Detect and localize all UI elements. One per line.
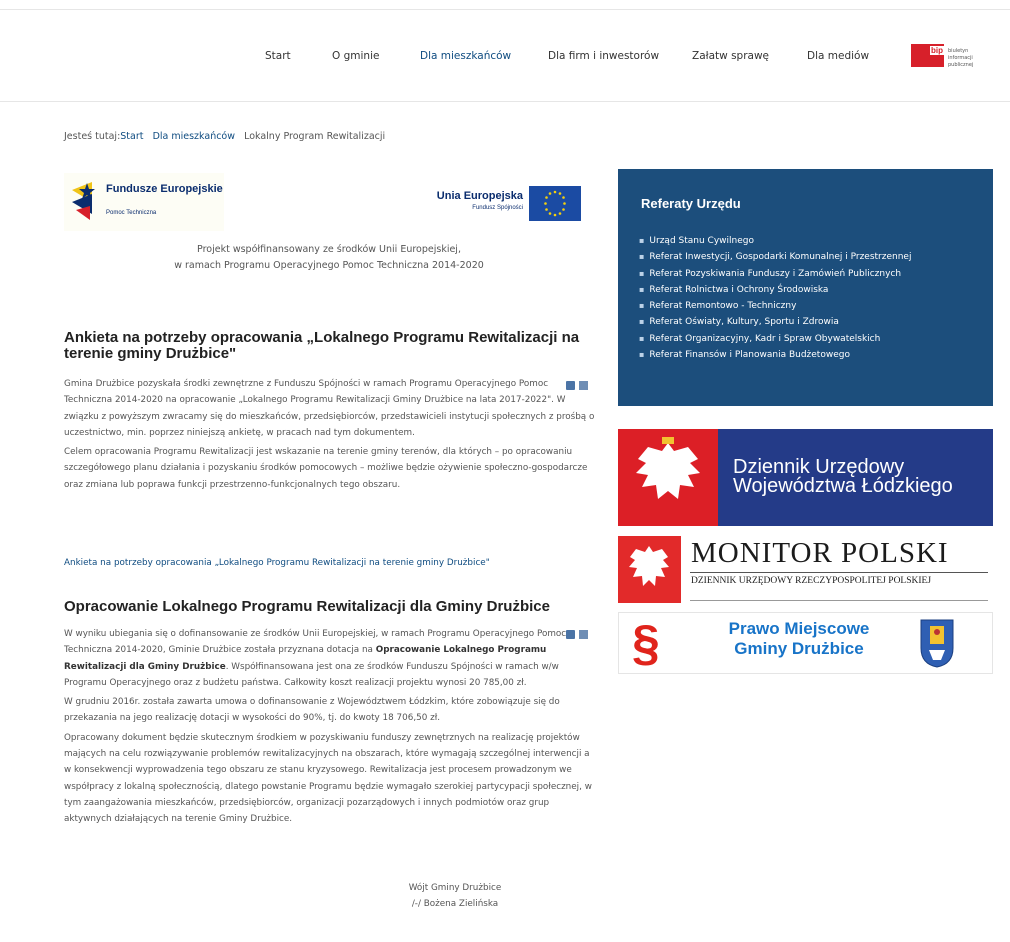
signature-role: Wójt Gminy Drużbice	[408, 883, 502, 893]
nav-divider	[0, 101, 1010, 102]
referat-item[interactable]: ▪ Urząd Stanu Cywilnego	[639, 233, 989, 249]
nav-dla-firm[interactable]: Dla firm i inwestorów	[548, 50, 659, 62]
bullet-icon: ▪	[639, 317, 645, 327]
referat-label: Referat Remontowo - Techniczny	[649, 301, 797, 312]
referat-label: Referat Organizacyjny, Kadr i Spraw Obyw…	[649, 333, 881, 344]
cofinance-line-1: Projekt współfinansowany ze środków Unii…	[197, 244, 461, 255]
nav-start[interactable]: Start	[265, 50, 291, 62]
referat-label: Referat Finansów i Planowania Budżetoweg…	[649, 350, 850, 361]
referat-item[interactable]: ▪ Referat Finansów i Planowania Budżetowe…	[639, 347, 989, 363]
article-2-paragraph-1: W wyniku ubiegania się o dofinansowanie …	[64, 626, 599, 691]
referat-item[interactable]: ▪ Referat Organizacyjny, Kadr i Spraw Oby…	[639, 331, 989, 347]
polish-eagle-icon	[618, 536, 681, 603]
prawo-miejscowe-text: Prawo Miejscowe Gminy Drużbice	[704, 619, 894, 659]
nav-o-gminie[interactable]: O gminie	[332, 50, 379, 62]
top-divider	[0, 9, 1010, 10]
monitor-polski-title: MONITOR POLSKI	[691, 537, 949, 569]
bullet-icon: ▪	[639, 301, 645, 311]
polish-eagle-icon	[618, 429, 718, 526]
breadcrumb-prefix: Jesteś tutaj:	[64, 131, 121, 142]
paragraph-symbol: §	[632, 615, 660, 671]
dziennik-line-2: Województwa Łódzkiego	[733, 475, 953, 497]
cofinance-note: Projekt współfinansowany ze środków Unii…	[64, 242, 594, 274]
bullet-icon: ▪	[639, 268, 645, 278]
main-nav: Start O gminie Dla mieszkańców Dla firm …	[0, 50, 1010, 66]
article-1-paragraph-1: Gmina Drużbice pozyskała środki zewnętrz…	[64, 379, 595, 438]
monitor-bottom-divider	[690, 600, 988, 601]
monitor-polski-subtitle: DZIENNIK URZĘDOWY RZECZYPOSPOLITEJ POLSK…	[691, 576, 932, 586]
monitor-polski-banner[interactable]: MONITOR POLSKI DZIENNIK URZĘDOWY RZECZYP…	[618, 536, 993, 603]
prawo-miejscowe-banner[interactable]: § Prawo Miejscowe Gminy Drużbice	[618, 612, 993, 674]
ue-title: Unia Europejska	[436, 190, 523, 202]
referat-label: Referat Oświaty, Kultury, Sportu i Zdrow…	[649, 317, 839, 328]
referat-item[interactable]: ▪ Referat Oświaty, Kultury, Sportu i Zdro…	[639, 314, 989, 330]
referat-item[interactable]: ▪ Referat Remontowo - Techniczny	[639, 298, 989, 314]
ue-subtitle: Fundusz Spójności	[472, 205, 523, 211]
fe-title: Fundusze Europejskie	[106, 183, 223, 195]
referat-item[interactable]: ▪ Referat Rolnictwa i Ochrony Środowiska	[639, 282, 989, 298]
referaty-panel: Referaty Urzędu ▪ Urząd Stanu Cywilnego ▪…	[618, 169, 993, 406]
bip-logo[interactable]: bip biuletyn informacji publicznej	[911, 42, 993, 72]
breadcrumb-start[interactable]: Start	[120, 131, 143, 142]
referat-item[interactable]: ▪ Referat Pozyskiwania Funduszy i Zamówie…	[639, 266, 989, 282]
dziennik-text: Dziennik Urzędowy Województwa Łódzkiego	[733, 457, 953, 497]
coat-of-arms-icon	[920, 619, 954, 668]
article-2-paragraph-3: Opracowany dokument będzie skutecznym śr…	[64, 732, 592, 825]
article-1-paragraph-2: Celem opracowania Programu Rewitalizacji…	[64, 447, 588, 490]
article-2-paragraph-2: W grudniu 2016r. została zawarta umowa o…	[64, 697, 560, 724]
bullet-icon: ▪	[639, 284, 645, 294]
referaty-title: Referaty Urzędu	[641, 196, 741, 211]
nav-dla-mediow[interactable]: Dla mediów	[807, 50, 869, 62]
bullet-icon: ▪	[639, 350, 645, 360]
referat-label: Urząd Stanu Cywilnego	[649, 236, 754, 246]
breadcrumb-current: Lokalny Program Rewitalizacji	[244, 131, 386, 142]
referat-label: Referat Inwestycji, Gospodarki Komunalne…	[649, 252, 912, 263]
referat-label: Referat Rolnictwa i Ochrony Środowiska	[649, 284, 829, 295]
referat-item[interactable]: ▪ Referat Inwestycji, Gospodarki Komunaln…	[639, 249, 989, 265]
nav-dla-mieszkancow[interactable]: Dla mieszkańców	[420, 50, 511, 62]
prawo-line-2: Gminy Drużbice	[734, 639, 864, 658]
fe-stars-icon	[72, 182, 95, 220]
fundusze-europejskie-logo: Fundusze Europejskie Pomoc Techniczna	[64, 173, 224, 231]
article-2-body: W wyniku ubiegania się o dofinansowanie …	[64, 626, 599, 831]
bullet-icon: ▪	[639, 333, 645, 343]
unia-europejska-logo: Unia Europejska Fundusz Spójności	[420, 186, 587, 222]
article-1-title: Ankieta na potrzeby opracowania „Lokalne…	[64, 329, 580, 362]
prawo-line-1: Prawo Miejscowe	[728, 619, 870, 638]
bip-description: biuletyn informacji publicznej	[948, 48, 974, 68]
survey-link[interactable]: Ankieta na potrzeby opracowania „Lokalne…	[64, 558, 490, 568]
signature-name: /-/ Bożena Zielińska	[411, 899, 499, 909]
eu-flag-icon	[529, 186, 581, 221]
article-1-body: Gmina Drużbice pozyskała środki zewnętrz…	[64, 376, 599, 496]
paragraph-icon: §	[619, 613, 683, 673]
cofinance-line-2: w ramach Programu Operacyjnego Pomoc Tec…	[174, 260, 484, 271]
nav-zalatw-sprawe[interactable]: Załatw sprawę	[692, 50, 769, 62]
fe-subtitle: Pomoc Techniczna	[106, 210, 157, 216]
signature: Wójt Gminy Drużbice /-/ Bożena Zielińska	[370, 880, 540, 912]
dziennik-urzedowy-banner[interactable]: Dziennik Urzędowy Województwa Łódzkiego	[618, 429, 993, 526]
breadcrumb: Jesteś tutaj:Start Dla mieszkańców Lokal…	[64, 131, 385, 142]
referaty-list: ▪ Urząd Stanu Cywilnego ▪ Referat Inwestyc…	[639, 233, 989, 363]
monitor-divider	[690, 572, 988, 573]
breadcrumb-dla-mieszkancow[interactable]: Dla mieszkańców	[153, 131, 235, 142]
bip-word: bip	[930, 46, 944, 55]
bullet-icon: ▪	[639, 236, 645, 245]
article-2-title: Opracowanie Lokalnego Programu Rewitaliz…	[64, 598, 550, 615]
referat-label: Referat Pozyskiwania Funduszy i Zamówień…	[649, 268, 902, 279]
bullet-icon: ▪	[639, 252, 645, 262]
